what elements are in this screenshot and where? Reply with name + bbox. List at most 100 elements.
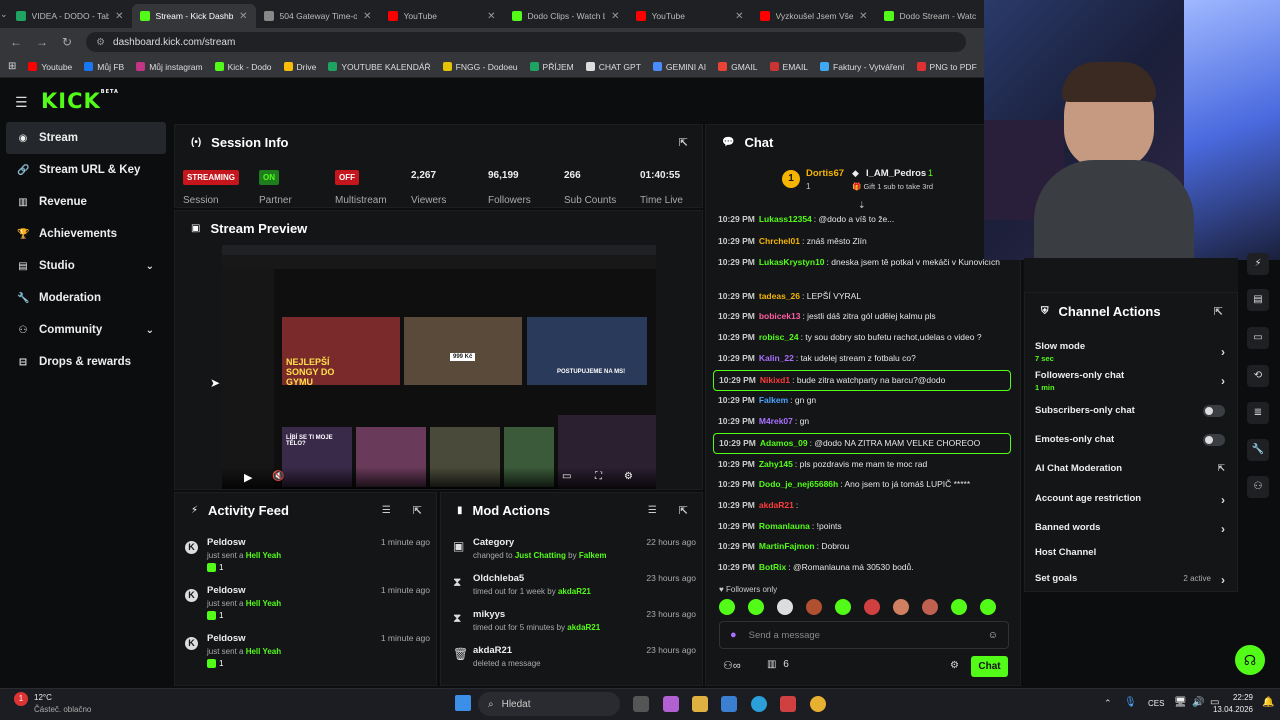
activity-user[interactable]: Peldosw xyxy=(207,537,246,548)
emote-icon[interactable] xyxy=(835,599,851,615)
bookmark-item[interactable]: Youtube xyxy=(28,62,72,72)
emoji-icon[interactable]: ☺ xyxy=(988,630,998,641)
chat-message[interactable]: 10:29 PM Dodo_je_nej65686h: Ano jsem to j… xyxy=(713,478,1011,491)
fullscreen-icon[interactable]: ⛶ xyxy=(595,471,602,482)
video-player[interactable]: NEJLEPŠÍ SONGY DO GYMU 999 Kč POSTUPUJEM… xyxy=(222,245,656,489)
volume-icon[interactable]: 🔇 xyxy=(272,471,284,482)
browser-tab[interactable]: Stream - Kick Dashb ✕ xyxy=(131,4,256,28)
mod-highlight[interactable]: Just Chatting xyxy=(515,551,566,560)
chat-message[interactable]: 10:29 PM Falkem: gn gn xyxy=(713,394,1011,407)
toggle-switch[interactable] xyxy=(1203,434,1225,446)
mod-action-item[interactable]: ⧗ Oldchleba5 23 hours ago timed out for 1 w… xyxy=(451,573,696,607)
emote-icon[interactable] xyxy=(806,599,822,615)
bookmark-item[interactable]: Drive xyxy=(283,62,316,72)
chat-username[interactable]: BotRix xyxy=(759,562,786,572)
chat-message[interactable]: 10:29 PM Adamos_09: @dodo NA ZITRA MAM VE… xyxy=(713,433,1011,454)
bookmark-item[interactable]: GMAIL xyxy=(718,62,758,72)
channel-action-slow-mode[interactable]: Slow mode 7 sec › xyxy=(1035,341,1225,363)
emote-icon[interactable] xyxy=(777,599,793,615)
sidebar-item-moderation[interactable]: 🔧 Moderation xyxy=(0,282,172,314)
bookmark-item[interactable]: CHAT GPT xyxy=(585,62,641,72)
emote-icon[interactable] xyxy=(748,599,764,615)
channel-action-banned-words[interactable]: Banned words › xyxy=(1035,522,1225,536)
chevron-right-icon[interactable]: › xyxy=(1221,345,1225,359)
stack-icon[interactable]: ≣ xyxy=(1247,402,1269,424)
bookmark-item[interactable]: PŘÍJEM xyxy=(529,62,574,72)
tab-close-icon[interactable]: ✕ xyxy=(735,11,743,22)
chat-username[interactable]: bobicek13 xyxy=(759,311,801,321)
notification-icon[interactable]: 🔔 xyxy=(1262,697,1274,708)
sidebar-item-stream-url-key[interactable]: 🔗 Stream URL & Key xyxy=(0,154,172,186)
reload-icon[interactable]: ↻ xyxy=(62,35,72,49)
taskbar-search[interactable]: ⌕ Hledat xyxy=(478,692,620,716)
chat-message[interactable]: 10:29 PM tadeas_26: LEPŠÍ VYRAL xyxy=(713,290,1011,303)
emote-icon[interactable] xyxy=(864,599,880,615)
mod-action-target[interactable]: Oldchleba5 xyxy=(473,573,524,584)
chat-message[interactable]: 10:29 PM robisc_24: ty sou dobry sto bufe… xyxy=(713,331,1011,344)
language-indicator[interactable]: CES xyxy=(1148,699,1164,708)
chat-message[interactable]: 10:29 PM M4rek07: gn xyxy=(713,415,1011,428)
emote-icon[interactable] xyxy=(893,599,909,615)
browser-tab[interactable]: VIDEA - DODO - Tab ✕ xyxy=(8,4,132,28)
bookmark-item[interactable]: GEMINI AI xyxy=(652,62,706,72)
capcut-icon[interactable] xyxy=(780,696,796,712)
activity-user[interactable]: Peldosw xyxy=(207,585,246,596)
chat-username[interactable]: Lukass12354 xyxy=(759,214,812,224)
activity-item[interactable]: K Peldosw 1 minute ago just sent a Hell Yea… xyxy=(185,585,430,633)
toggle-switch[interactable] xyxy=(1203,405,1225,417)
site-info-icon[interactable]: ⚙ xyxy=(96,37,105,48)
thumbnail-1[interactable]: NEJLEPŠÍ SONGY DO GYMU xyxy=(282,317,400,387)
mic-icon[interactable]: ● xyxy=(730,629,737,641)
theater-icon[interactable]: ▭ xyxy=(562,471,571,482)
forward-icon[interactable]: → xyxy=(36,35,48,49)
tab-search-icon[interactable]: ⌄ xyxy=(0,9,8,20)
external-link-icon[interactable]: ⇱ xyxy=(1217,463,1225,474)
expand-icon[interactable]: ⇱ xyxy=(413,504,422,517)
chat-username[interactable]: Chrchel01 xyxy=(759,236,800,246)
store-icon[interactable] xyxy=(721,696,737,712)
filter-icon[interactable]: ☰ xyxy=(648,505,657,516)
channel-action-host-channel[interactable]: Host Channel xyxy=(1035,547,1225,558)
send-chat-button[interactable]: Chat xyxy=(971,656,1008,677)
browser-tab[interactable]: YouTube ✕ xyxy=(380,4,504,28)
sidebar-item-community[interactable]: ⚇ Community ⌄ xyxy=(0,314,172,346)
browser-tab[interactable]: 504 Gateway Time-ou ✕ xyxy=(256,4,380,28)
browser-tab[interactable]: YouTube ✕ xyxy=(628,4,752,28)
edge-icon[interactable] xyxy=(751,696,767,712)
channel-action-followers-only-chat[interactable]: Followers-only chat 1 min › xyxy=(1035,370,1225,392)
chat-username[interactable]: M4rek07 xyxy=(759,416,793,426)
mod-action-item[interactable]: ⧗ mikyys 23 hours ago timed out for 5 minut… xyxy=(451,609,696,643)
chat-message[interactable]: 10:29 PM BotRix: @Romanlauna má 30530 bod… xyxy=(713,561,1011,574)
chat-message[interactable]: 10:29 PM bobicek13: jestli dáš zitra gól … xyxy=(713,310,1011,323)
chat-message[interactable]: 10:29 PM Zahy145: pls pozdravis me mam te… xyxy=(713,458,1011,471)
mod-moderator[interactable]: Falkem xyxy=(579,551,607,560)
network-icon[interactable]: 🖥 xyxy=(1174,697,1187,708)
activity-item[interactable]: K Peldosw 1 minute ago just sent a Hell Yea… xyxy=(185,633,430,681)
chat-message[interactable]: 10:29 PM Chrchel01: znáš město Zlín xyxy=(713,235,1011,248)
mod-action-target[interactable]: Category xyxy=(473,537,514,548)
mod-action-item[interactable]: 🗑 akdaR21 23 hours ago deleted a message xyxy=(451,645,696,679)
sidebar-item-achievements[interactable]: 🏆 Achievements xyxy=(0,218,172,250)
channel-action-set-goals[interactable]: Set goals › 2 active xyxy=(1035,573,1225,587)
explorer-icon[interactable] xyxy=(692,696,708,712)
chat-username[interactable]: akdaR21 xyxy=(759,500,794,510)
bolt-icon[interactable]: ⚡ xyxy=(1247,253,1269,275)
mod-action-target[interactable]: mikyys xyxy=(473,609,505,620)
tab-close-icon[interactable]: ✕ xyxy=(115,11,123,22)
mod-action-item[interactable]: ▣ Category 22 hours ago changed to Just Cha… xyxy=(451,537,696,571)
activity-item[interactable]: K Peldosw 1 minute ago just sent a Hell Yea… xyxy=(185,537,430,585)
chat-message[interactable]: 10:29 PM akdaR21: xyxy=(713,499,1011,512)
chat-username[interactable]: Dodo_je_nej65686h xyxy=(759,479,838,489)
back-icon[interactable]: ← xyxy=(10,35,22,49)
url-field[interactable]: ⚙ dashboard.kick.com/stream xyxy=(86,32,967,52)
tab-close-icon[interactable]: ✕ xyxy=(611,11,619,22)
expand-icon[interactable]: ⇱ xyxy=(679,136,688,149)
sidebar-item-drops-rewards[interactable]: ⊟ Drops & rewards xyxy=(0,346,172,378)
play-icon[interactable]: ▶ xyxy=(244,471,252,484)
chat-username[interactable]: robisc_24 xyxy=(759,332,799,342)
expand-icon[interactable]: ⇱ xyxy=(1214,305,1223,318)
tab-close-icon[interactable]: ✕ xyxy=(487,11,495,22)
wrench-icon[interactable]: 🔧 xyxy=(1247,439,1269,461)
chat-icon[interactable]: ▭ xyxy=(1247,327,1269,349)
sidebar-item-revenue[interactable]: ▥ Revenue xyxy=(0,186,172,218)
